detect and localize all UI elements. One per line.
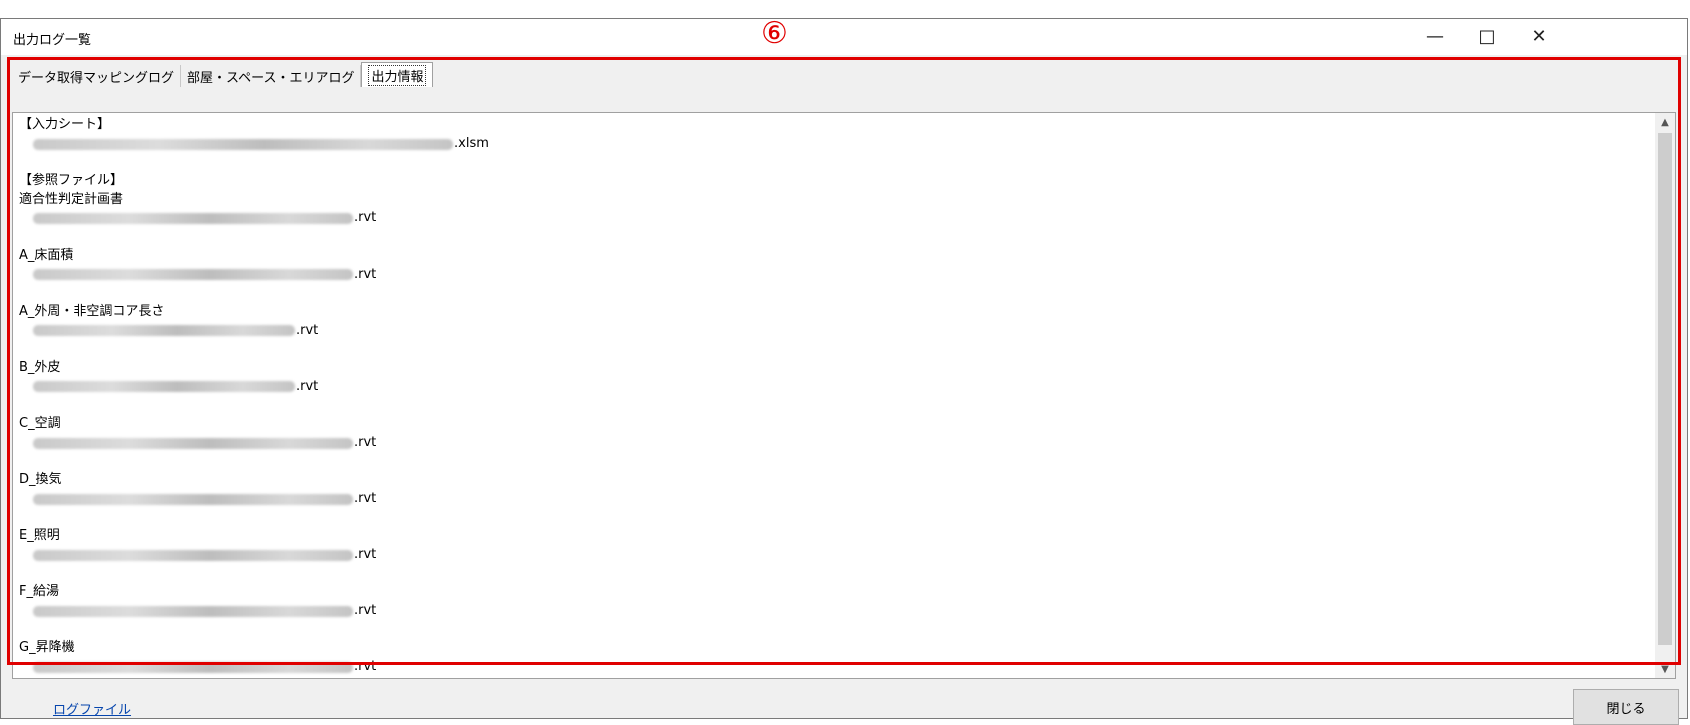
annotation-number: ⑥ bbox=[761, 16, 788, 51]
ref-file-label: C_空調 bbox=[19, 416, 61, 431]
ref-file-label: A_外周・非空調コア長さ bbox=[19, 303, 165, 319]
ref-file-path: .rvt bbox=[19, 434, 1649, 453]
scroll-down-icon[interactable]: ▼ bbox=[1655, 660, 1675, 678]
redacted-path bbox=[33, 493, 353, 505]
redacted-path bbox=[33, 549, 353, 561]
ref-file-label: E_照明 bbox=[19, 528, 60, 544]
ref-files-header: 【参照ファイル】 bbox=[19, 173, 124, 189]
tab-output-info[interactable]: 出力情報 bbox=[361, 62, 434, 87]
ref-file-path: .rvt bbox=[19, 658, 1649, 677]
ref-file-path: .rvt bbox=[19, 322, 1649, 341]
output-info-textbox[interactable]: 【入力シート】 .xlsm 【参照ファイル】 適合性判定計画書 .rvt A_床… bbox=[12, 112, 1676, 679]
tab-strip: データ取得マッピングログ 部屋・スペース・エリアログ 出力情報 bbox=[12, 62, 434, 87]
ref-file-path: .rvt bbox=[19, 209, 1649, 228]
ref-file-label: A_床面積 bbox=[19, 247, 74, 263]
redacted-path bbox=[33, 661, 353, 673]
ref-file-label: 適合性判定計画書 bbox=[19, 191, 124, 207]
log-file-link[interactable]: ログファイル bbox=[53, 699, 131, 718]
title-bar[interactable]: 出力ログ一覧 ⑥ — □ ✕ bbox=[1, 16, 1687, 55]
close-icon[interactable]: ✕ bbox=[1511, 19, 1567, 53]
input-sheet-header: 【入力シート】 bbox=[19, 117, 111, 132]
vertical-scrollbar[interactable]: ▲ ▼ bbox=[1655, 113, 1675, 678]
ref-file-path: .rvt bbox=[19, 546, 1649, 565]
scroll-up-icon[interactable]: ▲ bbox=[1655, 113, 1675, 131]
ref-file-path: .rvt bbox=[19, 490, 1649, 509]
ref-file-path: .rvt bbox=[19, 602, 1649, 621]
input-sheet-path: .xlsm bbox=[19, 135, 1649, 154]
ref-file-label: F_給湯 bbox=[19, 584, 59, 600]
redacted-path bbox=[33, 325, 295, 337]
redacted-path bbox=[33, 605, 353, 617]
redacted-path bbox=[33, 381, 295, 393]
ref-file-path: .rvt bbox=[19, 266, 1649, 285]
scrollbar-thumb[interactable] bbox=[1658, 133, 1672, 645]
output-info-text: 【入力シート】 .xlsm 【参照ファイル】 適合性判定計画書 .rvt A_床… bbox=[19, 116, 1649, 677]
maximize-icon[interactable]: □ bbox=[1459, 19, 1515, 53]
redacted-path bbox=[33, 437, 353, 449]
tab-data-mapping-log[interactable]: データ取得マッピングログ bbox=[12, 65, 182, 87]
ref-file-label: D_換気 bbox=[19, 472, 62, 488]
output-log-window: 出力ログ一覧 ⑥ — □ ✕ データ取得マッピングログ 部屋・スペース・エリアロ… bbox=[0, 16, 1688, 725]
minimize-icon[interactable]: — bbox=[1407, 19, 1463, 53]
redacted-path bbox=[33, 213, 353, 225]
redacted-path bbox=[33, 138, 453, 150]
ref-file-path: .rvt bbox=[19, 378, 1649, 397]
window-title: 出力ログ一覧 bbox=[13, 33, 92, 48]
tab-room-space-area-log[interactable]: 部屋・スペース・エリアログ bbox=[181, 65, 362, 87]
ref-file-label: B_外皮 bbox=[19, 359, 61, 375]
ref-file-label: G_昇降機 bbox=[19, 640, 75, 656]
redacted-path bbox=[33, 269, 353, 281]
